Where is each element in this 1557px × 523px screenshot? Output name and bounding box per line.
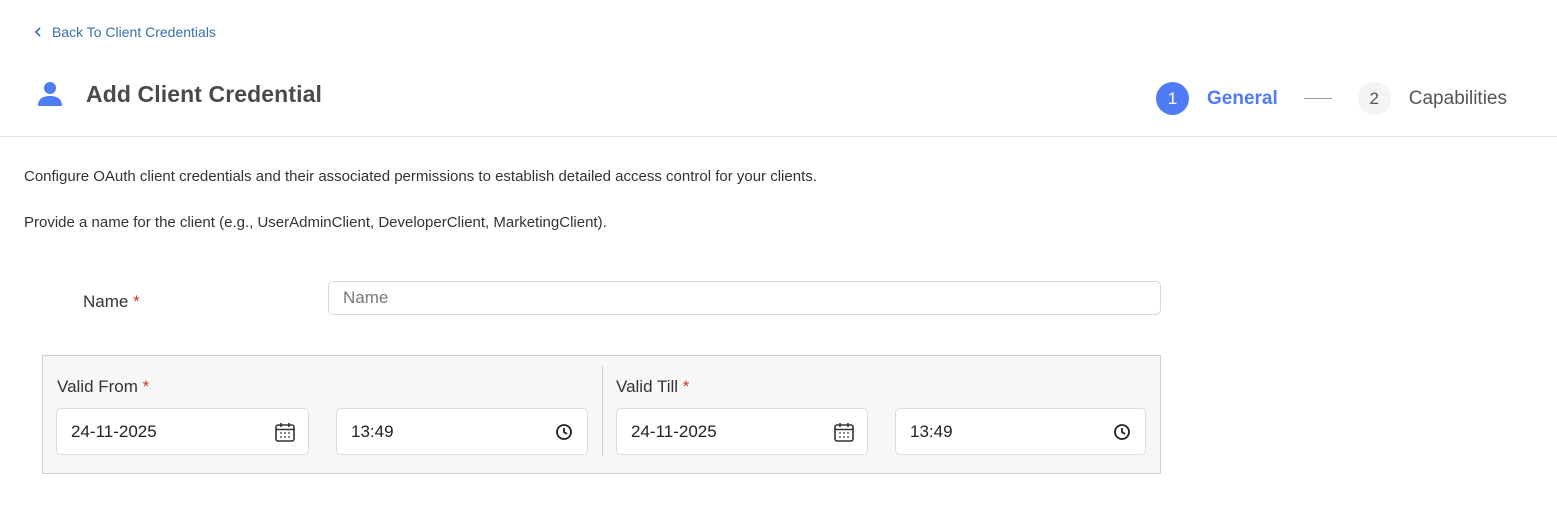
step-label: General <box>1207 87 1278 109</box>
required-mark: * <box>142 377 150 396</box>
stepper: 1 General 2 Capabilities <box>1156 82 1507 115</box>
valid-till-label-text: Valid Till <box>616 377 679 396</box>
valid-till-time-input[interactable]: 13:49 <box>895 408 1146 455</box>
valid-from-label-text: Valid From <box>57 377 138 396</box>
step-label: Capabilities <box>1408 87 1507 109</box>
validity-panel: Valid From * 24-11-2025 13:49 Valid Till… <box>42 355 1161 474</box>
calendar-icon[interactable] <box>833 421 855 443</box>
valid-till-time-value: 13:49 <box>910 421 953 441</box>
valid-from-date-input[interactable]: 24-11-2025 <box>56 408 309 455</box>
page-header: Add Client Credential 1 General 2 Capabi… <box>0 60 1557 137</box>
page-title: Add Client Credential <box>86 80 322 107</box>
back-link-label: Back To Client Credentials <box>52 24 216 40</box>
description-text: Configure OAuth client credentials and t… <box>24 168 817 185</box>
valid-till-date-input[interactable]: 24-11-2025 <box>616 408 868 455</box>
user-icon <box>36 80 64 108</box>
valid-from-label: Valid From * <box>57 377 149 397</box>
calendar-icon[interactable] <box>274 421 296 443</box>
step-number: 2 <box>1357 82 1391 115</box>
back-to-client-credentials-link[interactable]: Back To Client Credentials <box>34 24 216 40</box>
chevron-left-icon <box>34 27 44 37</box>
valid-from-time-input[interactable]: 13:49 <box>336 408 588 455</box>
name-label-text: Name <box>83 292 129 311</box>
clock-icon[interactable] <box>553 421 575 443</box>
step-capabilities[interactable]: 2 Capabilities <box>1357 82 1507 115</box>
panel-divider <box>602 366 603 456</box>
valid-from-time-value: 13:49 <box>351 421 394 441</box>
clock-icon[interactable] <box>1111 421 1133 443</box>
step-connector <box>1303 98 1332 99</box>
valid-from-date-value: 24-11-2025 <box>71 421 157 441</box>
title-group: Add Client Credential <box>36 80 322 108</box>
required-mark: * <box>133 292 140 311</box>
step-general[interactable]: 1 General <box>1156 82 1278 115</box>
valid-till-label: Valid Till * <box>616 377 689 397</box>
name-input[interactable] <box>328 281 1161 315</box>
name-label: Name * <box>83 292 140 312</box>
required-mark: * <box>682 377 690 396</box>
step-number: 1 <box>1156 82 1189 115</box>
valid-till-date-value: 24-11-2025 <box>631 421 717 441</box>
name-hint-text: Provide a name for the client (e.g., Use… <box>24 214 607 231</box>
